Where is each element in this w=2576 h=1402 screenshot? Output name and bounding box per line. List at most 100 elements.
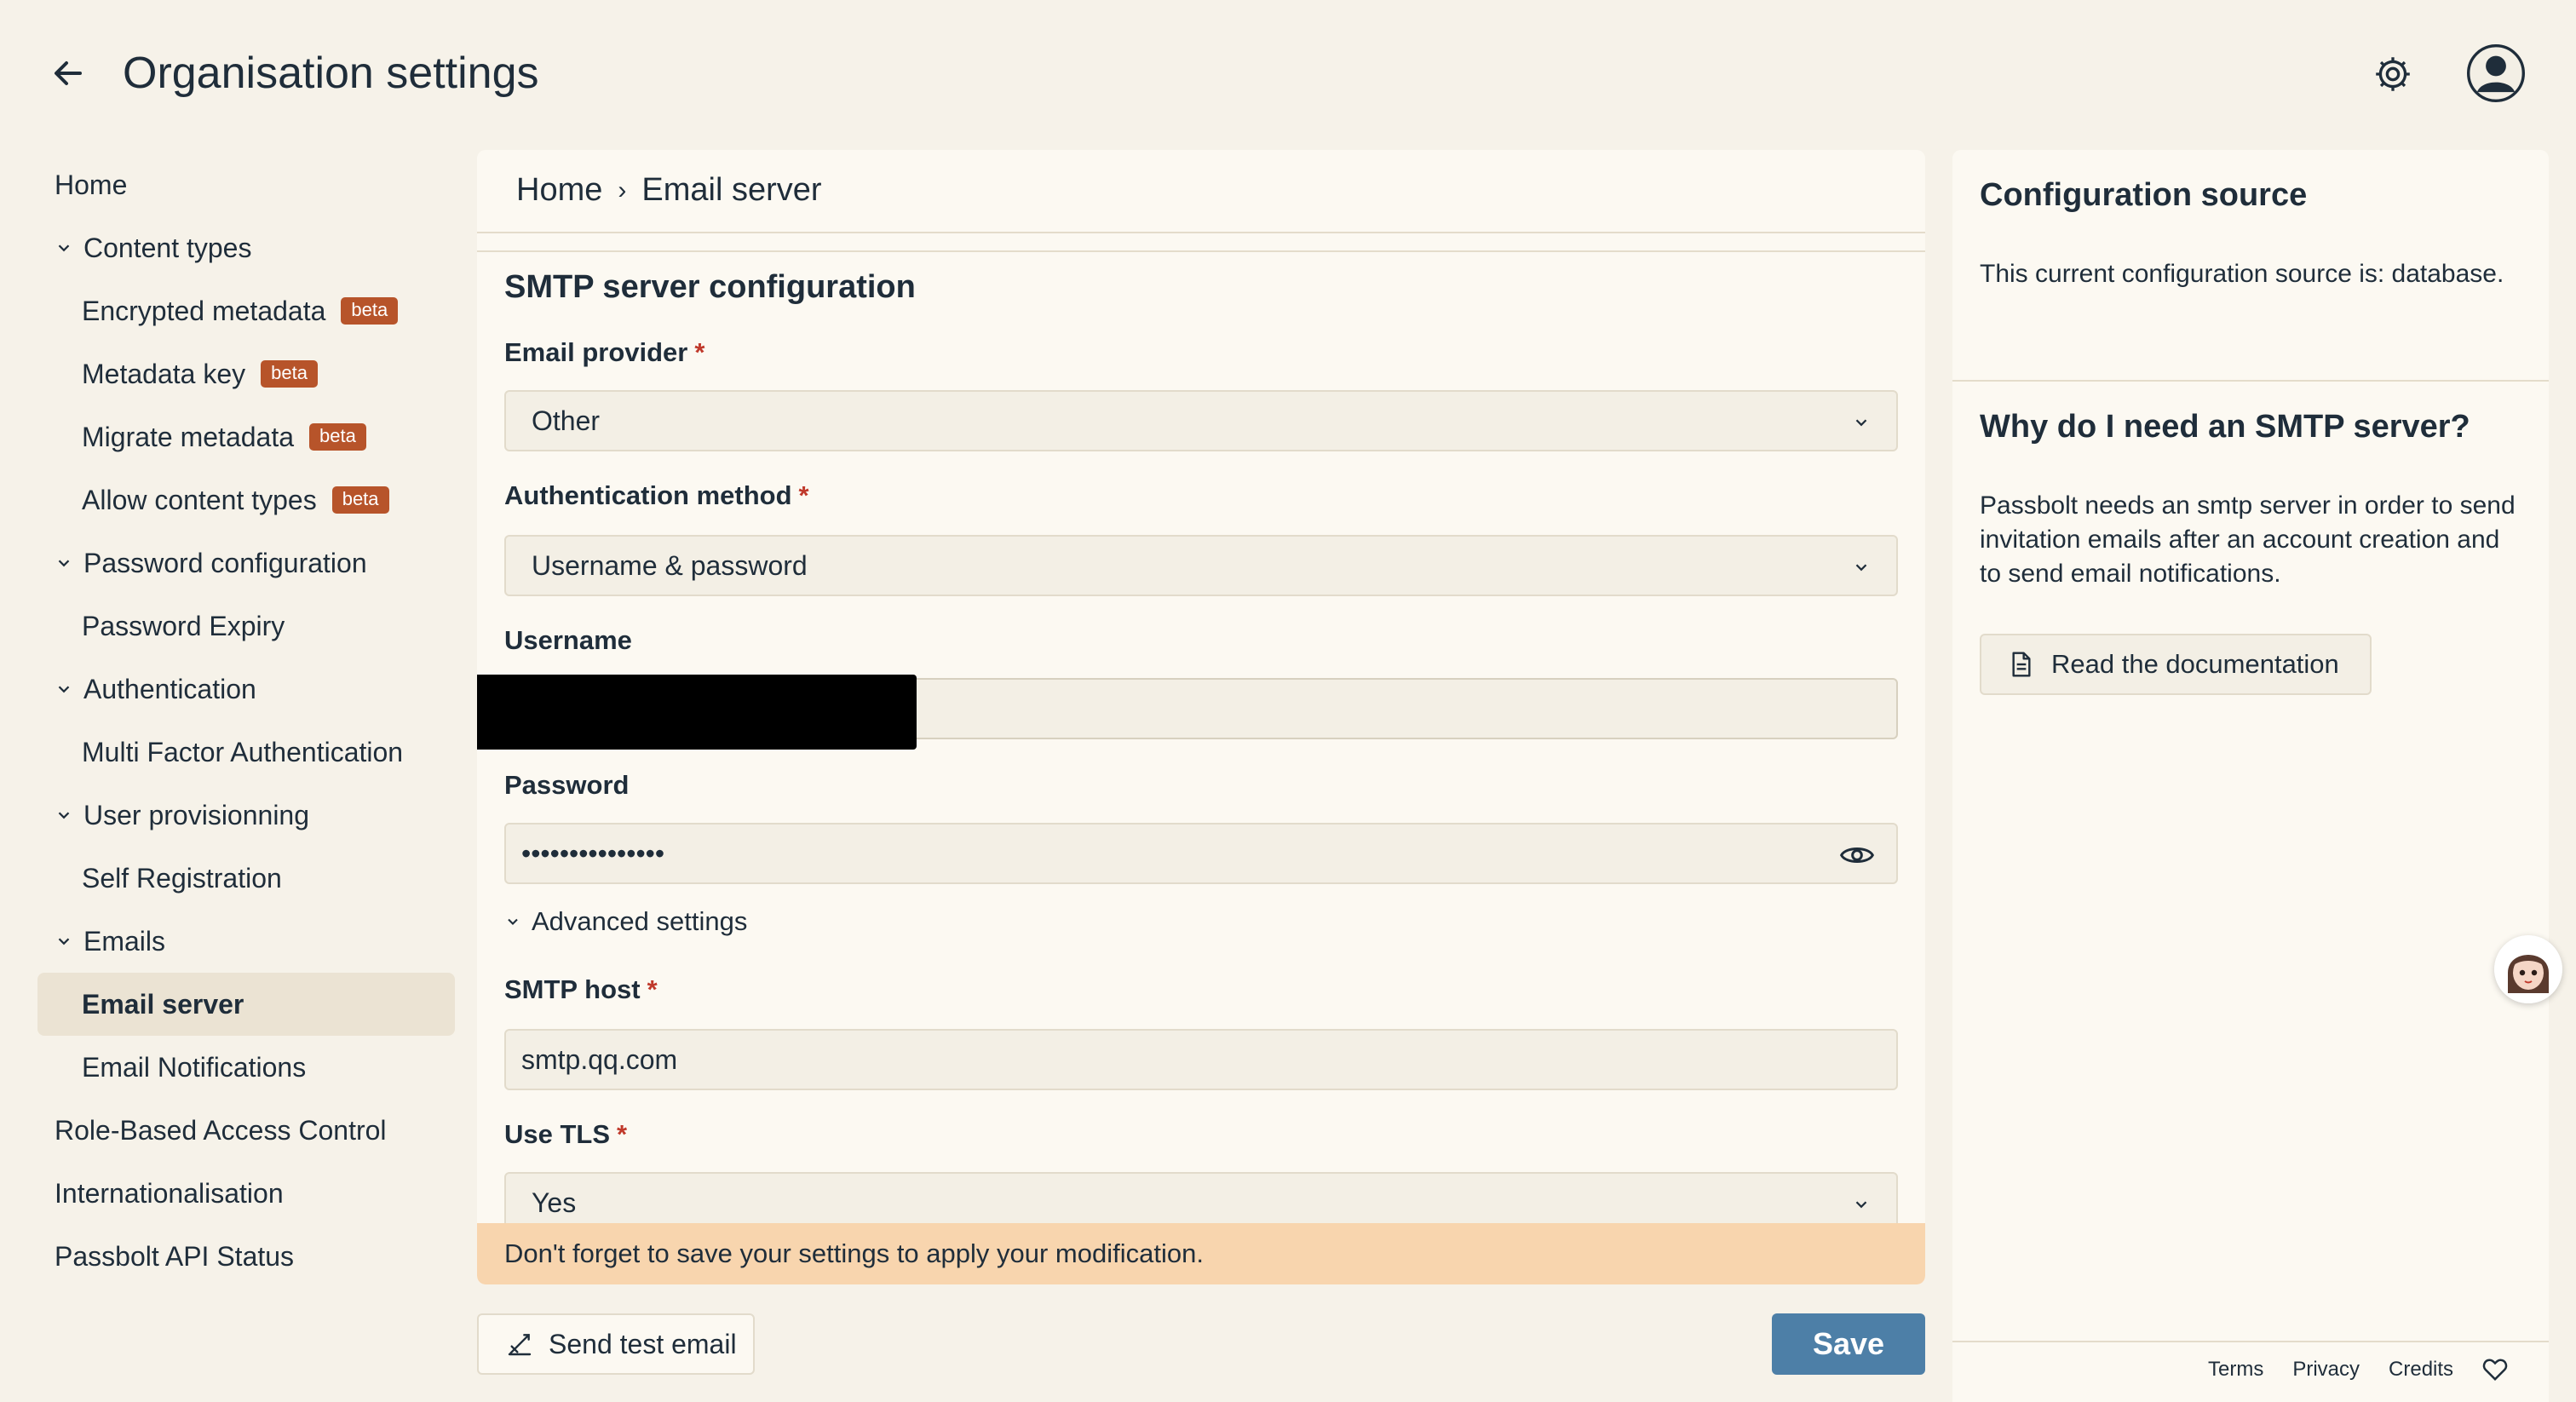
sidebar-item-label: Emails [83,925,166,957]
sidebar-item-mfa[interactable]: Multi Factor Authentication [37,721,455,784]
divider [1952,1341,2549,1342]
gear-icon[interactable] [2372,53,2414,95]
why-smtp-title: Why do I need an SMTP server? [1980,409,2470,445]
sidebar-item-label: Authentication [83,673,256,704]
auth-method-label: Authentication method * [504,480,809,510]
sidebar-item-email-notifications[interactable]: Email Notifications [37,1036,455,1099]
advanced-settings-label: Advanced settings [532,906,748,936]
sidebar-item-label: Home [55,169,128,200]
sidebar-item-home[interactable]: Home [37,153,455,216]
sidebar-item-self-registration[interactable]: Self Registration [37,847,455,910]
password-value: ••••••••••••••• [521,837,665,869]
chevron-down-icon [58,560,70,567]
sidebar-item-internationalisation[interactable]: Internationalisation [37,1162,455,1225]
beta-badge: beta [261,360,318,388]
use-tls-value: Yes [532,1187,577,1218]
section-title: SMTP server configuration [504,269,916,305]
send-test-email-button[interactable]: Send test email [477,1313,755,1375]
page-title: Organisation settings [123,49,539,98]
beta-badge: beta [341,297,399,325]
assistant-avatar-icon[interactable] [2494,935,2562,1003]
smtp-host-value: smtp.qq.com [521,1043,678,1075]
sidebar-item-label: Multi Factor Authentication [82,736,404,767]
breadcrumb: Home › Email server [516,172,822,209]
password-input[interactable]: ••••••••••••••• [504,823,1898,884]
sidebar-item-rbac[interactable]: Role-Based Access Control [37,1099,455,1162]
why-smtp-text: Passbolt needs an smtp server in order t… [1980,491,2516,588]
sidebar-item-label: Internationalisation [55,1177,284,1209]
credits-link[interactable]: Credits [2389,1358,2453,1382]
sidebar: Home Content types Encrypted metadata bet… [37,153,455,1288]
sidebar-group-emails[interactable]: Emails [37,910,455,973]
sidebar-group-user-provisionning[interactable]: User provisionning [37,784,455,847]
terms-link[interactable]: Terms [2208,1358,2263,1382]
sidebar-item-label: Passbolt API Status [55,1240,295,1272]
sidebar-item-label: Role-Based Access Control [55,1114,387,1146]
sidebar-item-label: Metadata key [82,358,246,389]
redaction-box [477,675,917,750]
sidebar-item-password-expiry[interactable]: Password Expiry [37,595,455,658]
document-icon [2012,652,2031,677]
eye-icon[interactable] [1840,840,1874,871]
advanced-settings-toggle[interactable]: Advanced settings [504,906,747,937]
sidebar-group-content-types[interactable]: Content types [37,216,455,279]
help-panel: Configuration source This current config… [1952,150,2549,1402]
sidebar-item-metadata-key[interactable]: Metadata key beta [37,342,455,405]
back-arrow-icon[interactable] [48,53,89,94]
sidebar-group-authentication[interactable]: Authentication [37,658,455,721]
sidebar-item-label: Password configuration [83,547,367,578]
divider [477,232,1925,233]
sidebar-item-label: Allow content types [82,484,317,515]
sidebar-item-label: Encrypted metadata [82,295,326,326]
auth-method-value: Username & password [532,549,808,581]
sidebar-item-label: Migrate metadata [82,421,295,452]
sidebar-item-label: Email server [82,988,244,1020]
config-source-title: Configuration source [1980,177,2308,213]
unsaved-warning: Don't forget to save your settings to ap… [477,1223,1925,1284]
email-provider-select[interactable]: Other [504,390,1898,451]
read-documentation-label: Read the documentation [2051,649,2339,679]
send-email-icon [508,1334,532,1356]
auth-method-select[interactable]: Username & password [504,535,1898,596]
sidebar-item-api-status[interactable]: Passbolt API Status [37,1225,455,1288]
chevron-down-icon [58,686,70,693]
sidebar-item-label: Password Expiry [82,610,285,641]
user-avatar-icon[interactable] [2467,44,2525,102]
sidebar-item-encrypted-metadata[interactable]: Encrypted metadata beta [37,279,455,342]
sidebar-item-allow-content-types[interactable]: Allow content types beta [37,468,455,531]
save-button[interactable]: Save [1772,1313,1925,1375]
breadcrumb-current: Email server [641,172,822,208]
heart-icon[interactable] [2482,1358,2508,1382]
use-tls-label: Use TLS * [504,1119,628,1149]
email-provider-value: Other [532,405,601,436]
footer-links: Terms Privacy Credits [2208,1358,2508,1382]
chevron-down-icon [58,938,70,945]
send-test-email-label: Send test email [549,1328,737,1359]
divider [1952,380,2549,382]
read-documentation-button[interactable]: Read the documentation [1980,634,2372,695]
chevron-down-icon [1855,1201,1867,1209]
breadcrumb-separator: › [618,175,627,204]
sidebar-item-email-server[interactable]: Email server [37,973,455,1036]
divider [477,250,1925,252]
beta-badge: beta [331,486,389,514]
sidebar-item-migrate-metadata[interactable]: Migrate metadata beta [37,405,455,468]
sidebar-item-label: Email Notifications [82,1051,307,1083]
chevron-down-icon [508,918,518,925]
sidebar-item-label: Content types [83,232,252,263]
username-input[interactable] [477,675,1898,750]
assistant-face-icon [2494,935,2562,1003]
chevron-down-icon [1855,419,1867,427]
email-provider-label: Email provider * [504,337,705,367]
sidebar-item-label: Self Registration [82,862,282,893]
smtp-host-input[interactable]: smtp.qq.com [504,1029,1898,1090]
privacy-link[interactable]: Privacy [2292,1358,2360,1382]
sidebar-item-label: User provisionning [83,799,310,830]
chevron-down-icon [58,812,70,819]
settings-card: Home › Email server SMTP server configur… [477,150,1925,1284]
breadcrumb-home[interactable]: Home [516,172,602,209]
sidebar-group-password-configuration[interactable]: Password configuration [37,531,455,595]
smtp-host-label: SMTP host * [504,974,658,1004]
main-panel: Home › Email server SMTP server configur… [477,150,1925,1286]
password-label: Password [504,770,630,800]
